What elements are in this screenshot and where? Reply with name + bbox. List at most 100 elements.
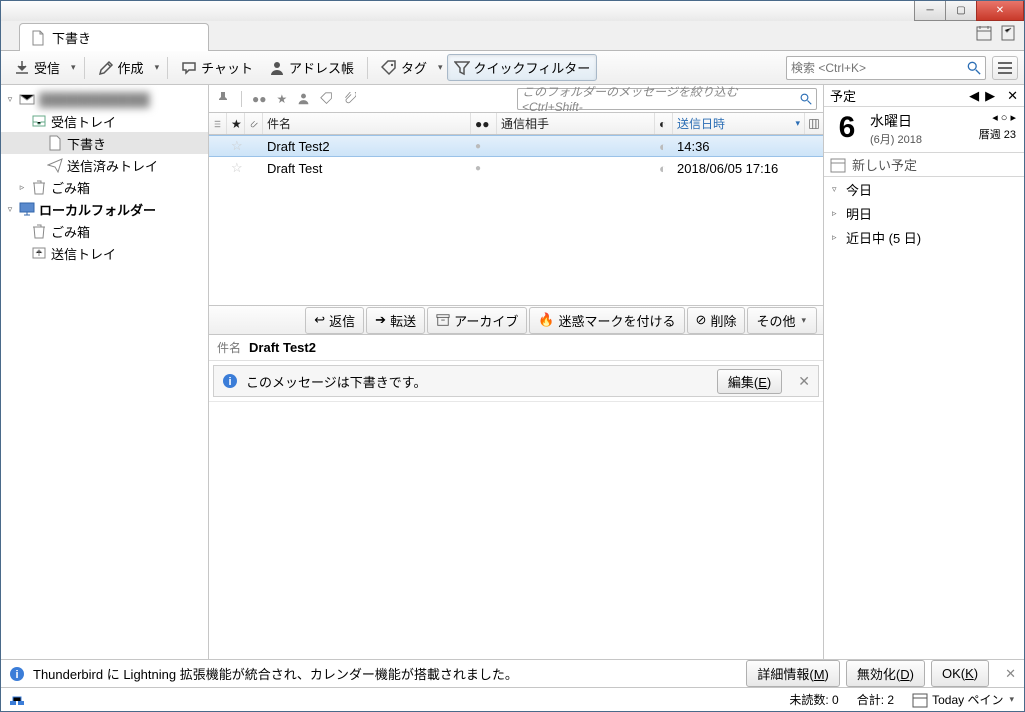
agenda-soon[interactable]: ▹近日中 (5 日) bbox=[824, 225, 1024, 249]
total-count: 合計: 2 bbox=[857, 691, 894, 708]
filter-unread-icon[interactable]: ●● bbox=[252, 92, 267, 106]
dropdown-icon[interactable]: ▾ bbox=[436, 62, 445, 73]
maximize-button[interactable]: ▢ bbox=[945, 1, 977, 21]
online-icon[interactable] bbox=[9, 692, 25, 708]
message-row[interactable]: ☆ Draft Test2 ● ◐14:36 bbox=[209, 135, 823, 157]
row-subject: Draft Test2 bbox=[263, 139, 471, 154]
filter-contact-icon[interactable] bbox=[297, 92, 310, 105]
tasks-icon[interactable] bbox=[1000, 25, 1016, 41]
ok-button[interactable]: OK(K) bbox=[931, 660, 989, 687]
col-correspondent[interactable]: 通信相手 bbox=[497, 113, 655, 134]
status-bar: 未読数: 0 合計: 2 Today ペイン▾ bbox=[1, 687, 1024, 711]
star-icon[interactable]: ☆ bbox=[227, 160, 245, 176]
agenda-tomorrow[interactable]: ▹明日 bbox=[824, 201, 1024, 225]
today-pane-title: 予定 bbox=[830, 86, 856, 105]
close-button[interactable]: ✕ bbox=[976, 1, 1024, 21]
row-subject: Draft Test bbox=[263, 161, 471, 176]
dropdown-icon[interactable]: ▾ bbox=[153, 62, 162, 73]
folder-drafts[interactable]: 下書き bbox=[1, 132, 208, 154]
computer-icon bbox=[19, 201, 35, 217]
addressbook-button[interactable]: アドレス帳 bbox=[262, 54, 361, 81]
archive-button[interactable]: アーカイブ bbox=[427, 307, 527, 334]
document-icon bbox=[47, 135, 63, 151]
global-search[interactable] bbox=[786, 56, 986, 80]
filter-messages-input[interactable]: このフォルダーのメッセージを絞り込む <Ctrl+Shift- bbox=[517, 88, 817, 110]
pin-icon[interactable] bbox=[215, 91, 231, 107]
message-row[interactable]: ☆ Draft Test ● ◐2018/06/05 17:16 bbox=[209, 157, 823, 179]
calendar-icon bbox=[912, 692, 928, 708]
compose-button[interactable]: 作成 bbox=[91, 54, 151, 81]
edit-button[interactable]: 編集(E) bbox=[717, 369, 782, 394]
col-picker[interactable] bbox=[805, 113, 823, 134]
col-date[interactable]: 送信日時▾ bbox=[673, 113, 805, 134]
row-date: 14:36 bbox=[673, 139, 805, 154]
reply-icon: ↩ bbox=[314, 312, 325, 328]
folder-tree: ▿████████████ 受信トレイ 下書き 送信済みトレイ ▹ごみ箱 ▿ロー… bbox=[1, 85, 209, 659]
unread-count: 未読数: 0 bbox=[789, 691, 838, 708]
quickfilter-button[interactable]: クイックフィルター bbox=[447, 54, 598, 81]
inbox-icon bbox=[31, 113, 47, 129]
close-pane-icon[interactable]: ✕ bbox=[1007, 88, 1018, 104]
agenda-today[interactable]: ▿今日 bbox=[824, 177, 1024, 201]
filter-icon bbox=[454, 60, 470, 76]
calendar-icon[interactable] bbox=[976, 25, 992, 41]
row-date: 2018/06/05 17:16 bbox=[673, 161, 805, 176]
col-attachment[interactable] bbox=[245, 113, 263, 134]
filter-attachment-icon[interactable] bbox=[343, 92, 356, 105]
col-thread[interactable] bbox=[209, 113, 227, 134]
local-folders-row[interactable]: ▿ローカルフォルダー bbox=[1, 198, 208, 220]
svg-text:i: i bbox=[228, 376, 231, 388]
mailbox-icon bbox=[19, 91, 35, 107]
minimize-button[interactable]: ─ bbox=[914, 1, 946, 21]
folder-trash[interactable]: ▹ごみ箱 bbox=[1, 176, 208, 198]
quick-filter-bar: ●● ★ このフォルダーのメッセージを絞り込む <Ctrl+Shift- bbox=[209, 85, 823, 113]
account-row[interactable]: ▿████████████ bbox=[1, 88, 208, 110]
tab-drafts[interactable]: 下書き bbox=[19, 23, 209, 51]
compose-icon bbox=[98, 60, 114, 76]
dropdown-icon[interactable]: ▾ bbox=[69, 62, 78, 73]
next-day-icon[interactable]: ▶ bbox=[985, 88, 995, 104]
prev-day-icon[interactable]: ◀ bbox=[969, 88, 979, 104]
filter-tag-icon[interactable] bbox=[320, 92, 333, 105]
svg-text:i: i bbox=[15, 669, 18, 681]
folder-outbox[interactable]: 送信トレイ bbox=[1, 242, 208, 264]
search-icon bbox=[967, 61, 981, 75]
folder-sent[interactable]: 送信済みトレイ bbox=[1, 154, 208, 176]
trash-icon bbox=[31, 179, 47, 195]
receive-button[interactable]: 受信 bbox=[7, 54, 67, 81]
forward-button[interactable]: ➔転送 bbox=[366, 307, 425, 334]
message-list: ☆ Draft Test2 ● ◐14:36 ☆ Draft Test ● ◐2… bbox=[209, 135, 823, 305]
lightning-notice: i Thunderbird に Lightning 拡張機能が統合され、カレンダ… bbox=[1, 659, 1024, 687]
new-event-row[interactable]: 新しい予定 bbox=[824, 153, 1024, 177]
more-info-button[interactable]: 詳細情報(M) bbox=[746, 660, 840, 687]
message-list-header: ★ 件名 ●● 通信相手 ◐ 送信日時▾ bbox=[209, 113, 823, 135]
archive-icon bbox=[436, 313, 450, 327]
nav-mini[interactable]: ◂ ○ ▸ bbox=[992, 111, 1016, 124]
col-star[interactable]: ★ bbox=[227, 113, 245, 134]
col-read[interactable]: ●● bbox=[471, 113, 497, 134]
filter-starred-icon[interactable]: ★ bbox=[277, 92, 288, 106]
disable-button[interactable]: 無効化(D) bbox=[846, 660, 925, 687]
close-notice-icon[interactable]: ✕ bbox=[798, 373, 810, 390]
app-menu-button[interactable] bbox=[992, 56, 1018, 80]
other-button[interactable]: その他▾ bbox=[747, 307, 817, 334]
search-input[interactable] bbox=[791, 61, 967, 75]
col-subject[interactable]: 件名 bbox=[263, 113, 471, 134]
info-icon: i bbox=[222, 373, 238, 389]
col-status[interactable]: ◐ bbox=[655, 113, 673, 134]
chat-button[interactable]: チャット bbox=[174, 54, 260, 81]
tag-button[interactable]: タグ bbox=[374, 54, 434, 81]
star-icon[interactable]: ☆ bbox=[227, 138, 245, 154]
junk-button[interactable]: 🔥迷惑マークを付ける bbox=[529, 307, 684, 334]
close-notice-icon[interactable]: ✕ bbox=[1005, 666, 1016, 682]
reply-button[interactable]: ↩返信 bbox=[305, 307, 364, 334]
folder-local-trash[interactable]: ごみ箱 bbox=[1, 220, 208, 242]
fire-icon: 🔥 bbox=[538, 312, 554, 328]
tab-strip: 下書き bbox=[1, 21, 1024, 51]
date-header: 6 水曜日 (6月) 2018 ◂ ○ ▸ 暦週 23 bbox=[824, 107, 1024, 153]
sent-icon bbox=[47, 157, 63, 173]
delete-button[interactable]: ⊘削除 bbox=[687, 307, 746, 334]
folder-inbox[interactable]: 受信トレイ bbox=[1, 110, 208, 132]
day-number: 6 bbox=[832, 111, 862, 148]
today-pane-toggle[interactable]: Today ペイン▾ bbox=[912, 691, 1016, 708]
